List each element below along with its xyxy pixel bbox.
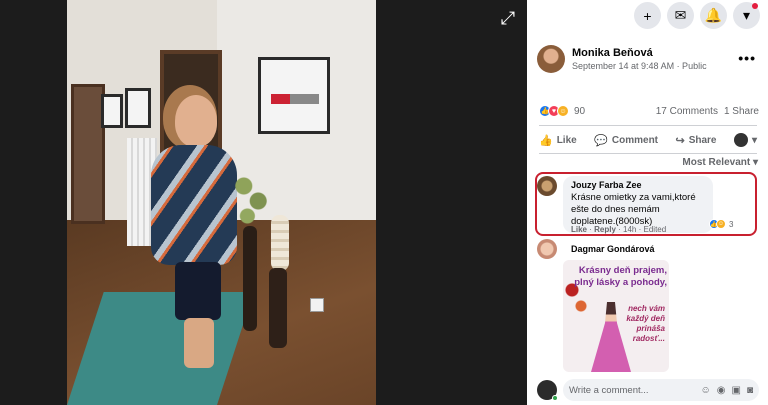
fullscreen-icon[interactable]: ⤢: [498, 8, 518, 28]
caret-down-icon: ▾: [742, 7, 751, 23]
comment-input[interactable]: Write a comment... ☺ ◉ ▣ ◙: [563, 379, 759, 401]
photo-door: [71, 84, 105, 224]
composer-avatar: [537, 380, 558, 401]
photo-vase-tall: [243, 226, 257, 331]
card-greeting: Krásny deň prajem, plný lásky a pohody,: [574, 265, 667, 288]
photo-person-head: [175, 95, 217, 147]
plus-icon: +: [643, 7, 652, 24]
photo-stage: ⤢: [0, 0, 527, 405]
top-toolbar: + ✉ 🔔 ▾: [634, 2, 760, 29]
comment-reactions[interactable]: 👍 ☺ 3: [709, 219, 733, 229]
reaction-count[interactable]: 90: [574, 106, 585, 117]
author-avatar[interactable]: [537, 45, 565, 73]
comment-actions: Like · Reply · 14h · Edited: [571, 225, 667, 234]
post-photo[interactable]: [67, 0, 376, 405]
thumbs-up-icon: 👍: [539, 134, 553, 147]
photo-dried-flowers: [271, 215, 289, 271]
more-options-button[interactable]: •••: [738, 50, 756, 66]
post-as-selector[interactable]: ▾: [733, 133, 757, 147]
photo-person-legs: [184, 318, 214, 368]
photo-frame-small: [101, 94, 123, 128]
photo-plant: [233, 168, 269, 228]
photo-frame-large: [258, 57, 330, 134]
like-button[interactable]: 👍 Like: [539, 134, 577, 147]
commenter-avatar[interactable]: [537, 239, 557, 259]
comment-sort-dropdown[interactable]: Most Relevant ▾: [682, 157, 758, 168]
divider: [539, 125, 757, 126]
comment-reaction-count: 3: [729, 219, 734, 229]
photo-wall-socket: [310, 298, 324, 312]
messenger-icon: ✉: [674, 7, 687, 23]
haha-reaction-icon: ☺: [716, 219, 726, 229]
notification-dot: [752, 3, 758, 9]
account-menu-button[interactable]: ▾: [733, 2, 760, 29]
share-button[interactable]: ↪ Share: [675, 134, 716, 147]
comment-button[interactable]: 💬 Comment: [594, 134, 658, 147]
comment-like-link[interactable]: Like: [571, 225, 587, 234]
photo-viewer: ⤢ + ✉ 🔔 ▾ Monika Beňová September 14 at …: [0, 0, 768, 405]
post-side-panel: + ✉ 🔔 ▾ Monika Beňová September 14 at 9:…: [527, 0, 768, 405]
online-status-dot: [552, 395, 558, 401]
create-button[interactable]: +: [634, 2, 661, 29]
author-name[interactable]: Monika Beňová: [572, 47, 707, 59]
comments-count[interactable]: 17 Comments: [656, 106, 718, 117]
photo-person-leggings: [175, 262, 221, 320]
post-timestamp[interactable]: September 14 at 9:48 AM · Public: [572, 61, 707, 71]
comment-time[interactable]: 14h: [623, 225, 636, 234]
sticker-icon[interactable]: ◙: [747, 385, 753, 396]
shares-count[interactable]: 1 Share: [724, 106, 759, 117]
comment-edited-label: Edited: [643, 225, 667, 234]
care-reaction-icon: ☺: [557, 105, 569, 117]
card-wish: nech vám každý deň prináša radosť...: [626, 304, 665, 343]
commenter-name[interactable]: Dagmar Gondárová: [571, 244, 655, 254]
divider: [539, 153, 757, 154]
notifications-button[interactable]: 🔔: [700, 2, 727, 29]
post-stats: 👍 ♥ ☺ 90 17 Comments 1 Share: [539, 105, 759, 117]
photo-frame-medium: [125, 88, 151, 128]
comment-image[interactable]: Krásny deň prajem, plný lásky a pohody, …: [563, 260, 669, 372]
comment-reply-link[interactable]: Reply: [594, 225, 616, 234]
photo-vase-short: [269, 268, 287, 348]
gif-icon[interactable]: ▣: [732, 385, 741, 396]
post-author: Monika Beňová September 14 at 9:48 AM · …: [537, 45, 707, 73]
profile-avatar: [733, 133, 748, 147]
commenter-avatar[interactable]: [537, 176, 557, 196]
post-actions: 👍 Like 💬 Comment ↪ Share ▾: [539, 129, 757, 151]
messenger-button[interactable]: ✉: [667, 2, 694, 29]
photo-person-top: [151, 145, 237, 265]
emoji-icon[interactable]: ☺: [701, 385, 711, 396]
chevron-down-icon: ▾: [751, 134, 757, 146]
comment-composer: Write a comment... ☺ ◉ ▣ ◙: [537, 378, 759, 402]
share-icon: ↪: [675, 134, 685, 147]
commenter-name[interactable]: Jouzy Farba Zee: [571, 180, 705, 190]
bell-icon: 🔔: [704, 7, 723, 23]
comment-icon: 💬: [594, 134, 608, 147]
comment-text: Krásne omietky za vami,ktoré ešte do dne…: [571, 192, 696, 227]
reaction-icons[interactable]: 👍 ♥ ☺: [539, 105, 569, 117]
camera-icon[interactable]: ◉: [717, 385, 726, 396]
comment-placeholder: Write a comment...: [569, 384, 649, 396]
